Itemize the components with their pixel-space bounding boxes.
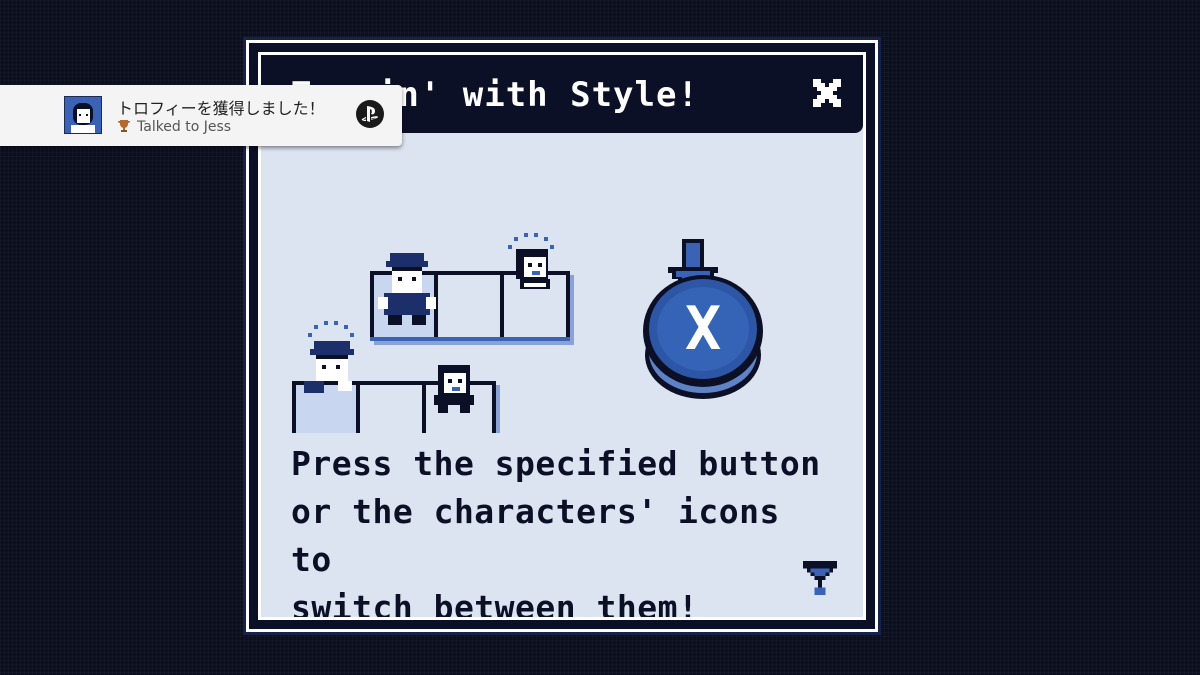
trophy-name: Talked to Jess — [137, 119, 232, 135]
trophy-name-row: Talked to Jess — [117, 119, 231, 135]
tutorial-body: Press the specified button or the charac… — [291, 440, 831, 620]
trophy-notification-title: トロフィーを獲得しました！ — [117, 99, 325, 118]
body-line-2: or the characters' icons to — [291, 492, 780, 579]
close-icon — [813, 79, 841, 107]
close-button[interactable] — [809, 75, 845, 111]
x-button-label: X — [685, 294, 721, 364]
playstation-logo-icon — [356, 100, 384, 128]
trophy-icon — [118, 120, 130, 132]
x-button-icon: X — [643, 275, 763, 399]
body-line-3: switch between them! — [291, 588, 699, 620]
next-page-button[interactable] — [803, 561, 837, 595]
trophy-notification: トロフィーを獲得しました！ Talked to Jess — [0, 85, 402, 146]
next-page-arrow-icon — [803, 561, 837, 595]
body-line-1: Press the specified button — [291, 444, 821, 483]
tutorial-illustration — [292, 233, 718, 433]
trophy-avatar — [64, 96, 102, 134]
